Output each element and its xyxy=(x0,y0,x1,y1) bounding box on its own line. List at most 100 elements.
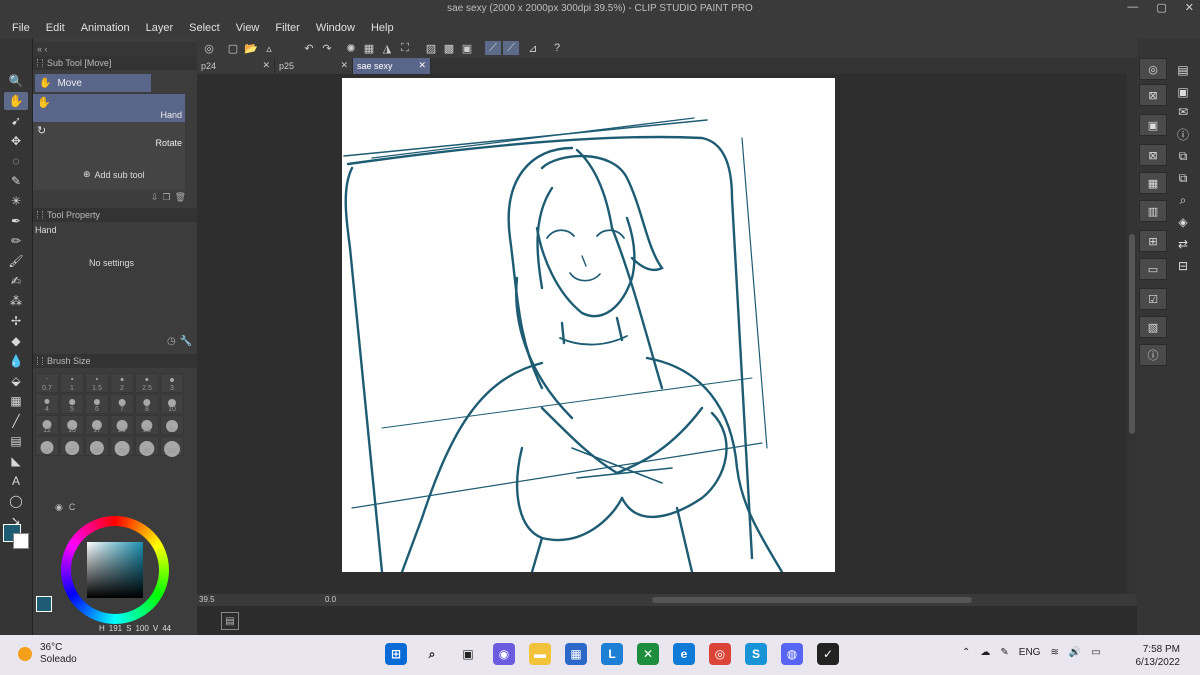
marker-icon[interactable]: ✍ xyxy=(4,272,28,290)
figure-icon[interactable]: ╱ xyxy=(4,412,28,430)
layer-down-icon[interactable]: ⧉ xyxy=(1171,168,1195,188)
frame-icon[interactable]: ▤ xyxy=(4,432,28,450)
saturation-value-square[interactable] xyxy=(87,542,143,598)
chat-icon[interactable]: ◉ xyxy=(493,643,515,665)
sub-color-swatch[interactable] xyxy=(13,533,29,549)
layer-stack-icon[interactable]: ⧉ xyxy=(1171,146,1195,166)
trash-icon[interactable]: 🗑 xyxy=(175,192,186,203)
tab-p24[interactable]: p24 ✕ xyxy=(197,58,275,74)
import-icon[interactable]: ⇩ xyxy=(151,192,159,203)
blend-icon[interactable]: 💧 xyxy=(4,352,28,370)
snap-grid-icon[interactable]: ⊿ xyxy=(525,41,541,55)
brush-icon[interactable]: 🖌 xyxy=(4,252,28,270)
clip-studio-icon[interactable]: ◎ xyxy=(201,41,217,55)
menu-select[interactable]: Select xyxy=(183,22,226,34)
transform-icon[interactable]: ⛶ xyxy=(397,41,413,55)
brush-size-preset[interactable]: 2.5 xyxy=(135,373,159,393)
rotation-value[interactable]: 0.0 xyxy=(325,595,336,604)
eraser-icon[interactable]: ◆ xyxy=(4,332,28,350)
layer-search-icon[interactable]: ⊞ xyxy=(1139,230,1167,252)
menu-edit[interactable]: Edit xyxy=(40,22,71,34)
brush-size-preset[interactable]: 17 xyxy=(85,415,109,435)
sub-tool-hand[interactable]: ✋ Hand xyxy=(33,94,185,122)
airbrush-icon[interactable]: ⁂ xyxy=(4,292,28,310)
zoom-value[interactable]: 39.5 xyxy=(199,595,215,604)
cloud-icon[interactable]: ☁ xyxy=(980,647,990,658)
menu-layer[interactable]: Layer xyxy=(140,22,180,34)
brush-size-preset[interactable]: 12 xyxy=(35,415,59,435)
navigator-icon[interactable]: ▤ xyxy=(221,612,239,630)
invert-selection-icon[interactable]: ▩ xyxy=(441,41,457,55)
mail-icon[interactable]: ✉ xyxy=(1171,102,1195,122)
balloon-icon[interactable]: ◯ xyxy=(4,492,28,510)
chrome-icon[interactable]: ◎ xyxy=(709,643,731,665)
snap-ruler-icon[interactable]: ⟋ xyxy=(485,41,501,55)
brush-size-preset[interactable]: 40 xyxy=(35,436,59,456)
brush-size-preset[interactable]: 60 xyxy=(85,436,109,456)
pencil-icon[interactable]: ✏ xyxy=(4,232,28,250)
hide-selection-icon[interactable]: ▨ xyxy=(423,41,439,55)
menu-file[interactable]: File xyxy=(6,22,36,34)
fill-selection-icon[interactable]: ▦ xyxy=(361,41,377,55)
l-app-icon[interactable]: L xyxy=(601,643,623,665)
vertical-scroll-thumb[interactable] xyxy=(1129,234,1135,434)
clock[interactable]: 7:58 PM 6/13/2022 xyxy=(1136,643,1181,669)
brush-size-preset[interactable]: 80 xyxy=(135,436,159,457)
duplicate-icon[interactable]: ❐ xyxy=(163,192,171,203)
chevron-up-icon[interactable]: ⌃ xyxy=(962,647,970,658)
tab-close-icon[interactable]: ✕ xyxy=(262,60,270,71)
save-palette-icon[interactable]: ▣ xyxy=(1171,82,1195,102)
menu-window[interactable]: Window xyxy=(310,22,361,34)
vertical-scrollbar[interactable] xyxy=(1127,74,1137,594)
windows-start-icon[interactable]: ⊞ xyxy=(385,643,407,665)
pen-icon[interactable]: ✒ xyxy=(4,212,28,230)
wrench-icon[interactable]: 🔧 xyxy=(180,336,192,347)
brush-size-preset[interactable]: 3 xyxy=(160,373,184,393)
file-explorer-icon[interactable]: ▬ xyxy=(529,643,551,665)
brush-size-preset[interactable]: 70 xyxy=(110,436,134,456)
menu-view[interactable]: View xyxy=(230,22,266,34)
undo-icon[interactable]: ↶ xyxy=(301,41,317,55)
canvas-workspace[interactable] xyxy=(197,74,1127,594)
eyedropper-icon[interactable]: ✎ xyxy=(4,172,28,190)
open-file-icon[interactable]: 📂 xyxy=(243,41,259,55)
clear-selection-icon[interactable]: ◮ xyxy=(379,41,395,55)
add-sub-tool-button[interactable]: ⊕ Add sub tool xyxy=(83,169,145,180)
brush-size-preset[interactable]: 7 xyxy=(110,394,134,414)
material-list-icon[interactable]: ▤ xyxy=(1171,60,1195,80)
brush-size-preset[interactable]: 8 xyxy=(135,394,159,414)
edge-icon[interactable]: e xyxy=(673,643,695,665)
text-tool-icon[interactable]: A xyxy=(4,472,28,490)
redo-icon[interactable]: ↷ xyxy=(319,41,335,55)
close-window-button[interactable]: ✕ xyxy=(1185,1,1194,14)
color-mode-hsv[interactable]: ◉ xyxy=(55,502,63,513)
skype-icon[interactable]: S xyxy=(745,643,767,665)
tab-sae-sexy[interactable]: sae sexy ✕ xyxy=(353,58,431,74)
reset-icon[interactable]: ◷ xyxy=(167,336,176,347)
pen-tray-icon[interactable]: ✎ xyxy=(1000,647,1008,658)
select-all-icon[interactable]: ▣ xyxy=(459,41,475,55)
search-icon[interactable]: ⌕ xyxy=(421,643,443,665)
tab-close-icon[interactable]: ✕ xyxy=(418,60,426,71)
timeline-icon[interactable]: ⊟ xyxy=(1171,256,1195,276)
save-icon[interactable]: ▵ xyxy=(261,41,277,55)
brush-size-preset[interactable]: 15 xyxy=(60,415,84,435)
xbox-icon[interactable]: ✕ xyxy=(637,643,659,665)
animation-icon[interactable]: ☑ xyxy=(1139,288,1167,310)
snap-special-ruler-icon[interactable]: ⟋ xyxy=(503,41,519,55)
operation-tool-icon[interactable]: ➹ xyxy=(4,112,28,130)
brush-size-preset[interactable]: 4 xyxy=(35,394,59,414)
brush-size-preset[interactable]: 25 xyxy=(135,415,159,435)
menu-animation[interactable]: Animation xyxy=(75,22,136,34)
wifi-icon[interactable]: ≋ xyxy=(1050,647,1058,658)
task-view-icon[interactable]: ▣ xyxy=(457,643,479,665)
menu-help[interactable]: Help xyxy=(365,22,400,34)
navigator-palette-icon[interactable]: ◎ xyxy=(1139,58,1167,80)
move-layer-icon[interactable]: ✥ xyxy=(4,132,28,150)
history-icon[interactable]: ⊠ xyxy=(1139,144,1167,166)
new-file-icon[interactable]: ▢ xyxy=(225,41,241,55)
brush-size-preset[interactable]: 30 xyxy=(160,415,184,435)
layer-palette-icon[interactable]: ▭ xyxy=(1139,258,1167,280)
brush-size-preset[interactable]: 1 xyxy=(60,373,84,393)
lasso-icon[interactable]: ◌ xyxy=(4,152,28,170)
